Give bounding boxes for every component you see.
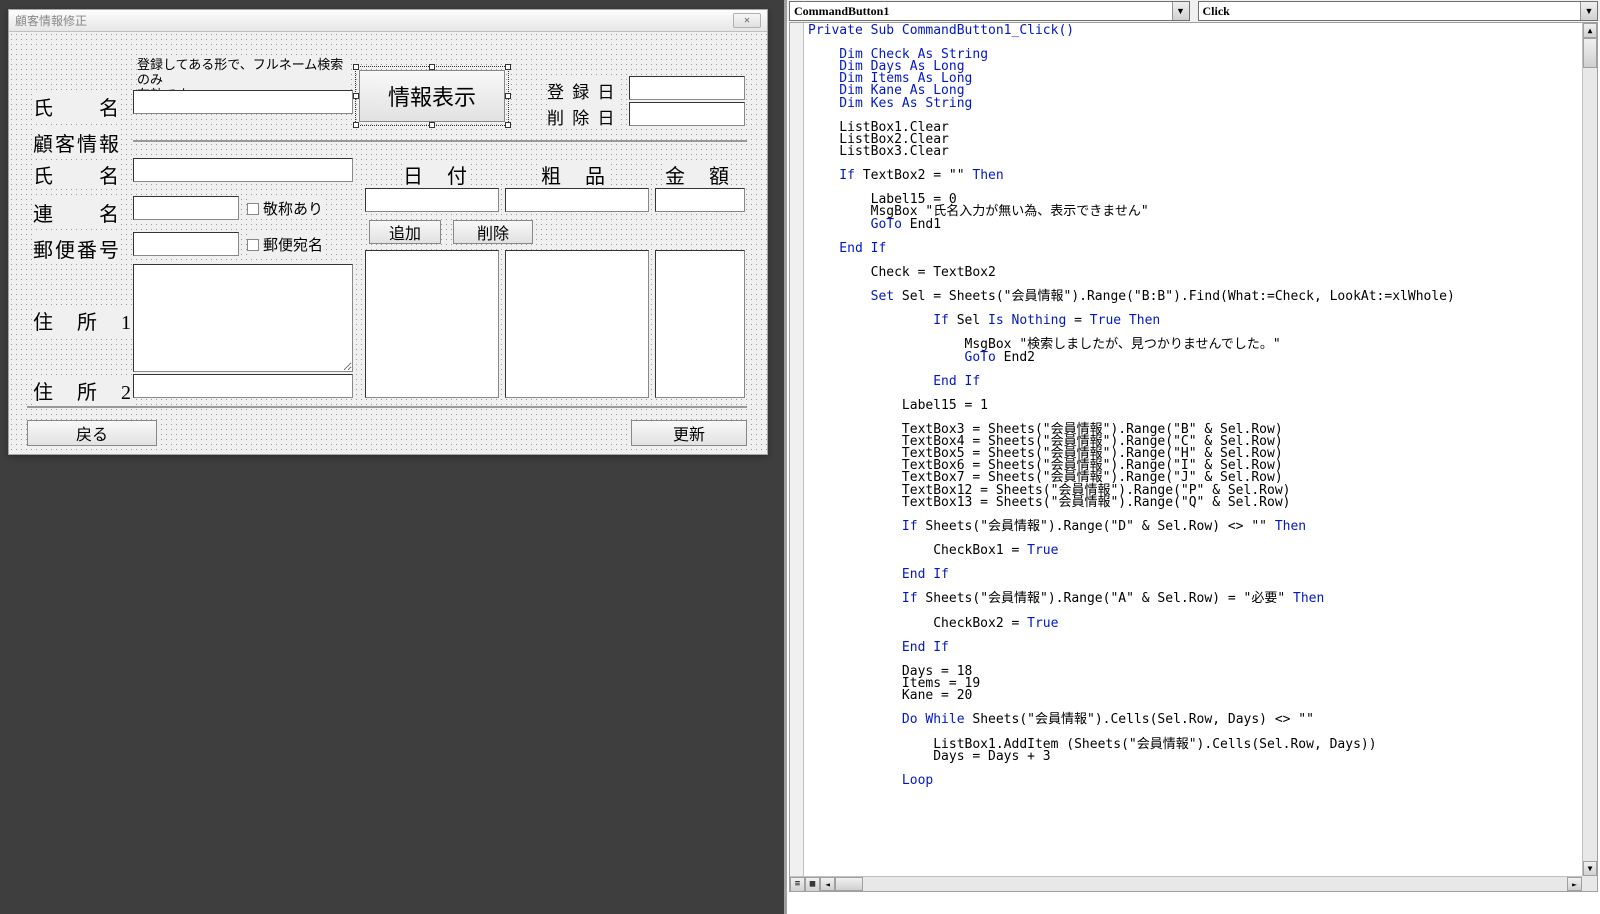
form-designer-pane: 顧客情報修正 ✕ 登録してある形で、フルネーム検索のみ有効です。 氏 名 情報表… xyxy=(0,0,782,914)
checkbox-postalname[interactable]: 郵便宛名 xyxy=(247,234,323,255)
checkbox-icon xyxy=(247,239,259,251)
form-body[interactable]: 登録してある形で、フルネーム検索のみ有効です。 氏 名 情報表示 登 録 日 削… xyxy=(9,32,767,454)
textbox-item[interactable] xyxy=(505,188,649,212)
label-joint: 連 名 xyxy=(33,198,121,227)
delete-button[interactable]: 削除 xyxy=(453,220,533,244)
label-item: 粗 品 xyxy=(541,160,607,189)
textbox-date[interactable] xyxy=(365,188,499,212)
back-button[interactable]: 戻る xyxy=(27,420,157,446)
show-info-button[interactable]: 情報表示 xyxy=(359,70,505,122)
label-postal: 郵便番号 xyxy=(33,234,121,263)
window-title: 顧客情報修正 xyxy=(15,12,87,29)
textbox-joint[interactable] xyxy=(133,196,239,220)
textbox-addr1[interactable] xyxy=(133,264,353,372)
textbox-deldate[interactable] xyxy=(629,102,745,126)
label-addr2: 住 所 2 xyxy=(33,376,133,405)
textbox-regdate[interactable] xyxy=(629,76,745,100)
title-bar[interactable]: 顧客情報修正 ✕ xyxy=(9,10,767,32)
userform-window: 顧客情報修正 ✕ 登録してある形で、フルネーム検索のみ有効です。 氏 名 情報表… xyxy=(8,9,768,455)
listbox-date[interactable] xyxy=(365,250,499,398)
group-frame-line xyxy=(133,140,747,142)
vertical-scrollbar[interactable]: ▲ ▼ xyxy=(1582,23,1597,876)
close-icon[interactable]: ✕ xyxy=(733,13,761,28)
textbox-amount[interactable] xyxy=(655,188,745,212)
textbox-addr2[interactable] xyxy=(133,374,353,398)
scroll-right-icon[interactable]: ► xyxy=(1567,877,1582,891)
view-proc-icon[interactable]: ≡ xyxy=(790,877,805,892)
label-name2: 氏 名 xyxy=(33,160,121,189)
scroll-track[interactable] xyxy=(863,877,1567,891)
textbox-postal[interactable] xyxy=(133,232,239,256)
code-pane: CommandButton1 ▼ Click ▼ Private Sub Com… xyxy=(784,0,1600,914)
add-button[interactable]: 追加 xyxy=(369,220,441,244)
divider-line xyxy=(27,406,747,408)
chevron-down-icon[interactable]: ▼ xyxy=(1580,2,1597,20)
chevron-down-icon[interactable]: ▼ xyxy=(1172,2,1189,20)
label-date: 日 付 xyxy=(403,160,469,189)
scroll-corner xyxy=(1582,876,1597,891)
scroll-thumb[interactable] xyxy=(1583,38,1597,68)
group-label: 顧客情報 xyxy=(33,128,121,157)
label-deldate: 削 除 日 xyxy=(547,104,617,129)
scroll-down-icon[interactable]: ▼ xyxy=(1583,861,1597,876)
textbox-name[interactable] xyxy=(133,158,353,182)
code-text[interactable]: Private Sub CommandButton1_Click() Dim C… xyxy=(804,23,1582,891)
label-name1: 氏 名 xyxy=(33,92,121,121)
procedure-combobox[interactable]: Click ▼ xyxy=(1198,1,1599,21)
horizontal-scrollbar[interactable]: ≡ ▦ ◄ ► xyxy=(790,876,1582,891)
listbox-item[interactable] xyxy=(505,250,649,398)
label-addr1: 住 所 1 xyxy=(33,306,133,335)
scroll-up-icon[interactable]: ▲ xyxy=(1583,23,1597,38)
code-gutter xyxy=(790,23,804,876)
scroll-thumb-h[interactable] xyxy=(835,877,863,891)
code-editor[interactable]: Private Sub CommandButton1_Click() Dim C… xyxy=(789,22,1598,892)
label-regdate: 登 録 日 xyxy=(547,78,617,103)
object-combobox[interactable]: CommandButton1 ▼ xyxy=(789,1,1190,21)
checkbox-honorific[interactable]: 敬称あり xyxy=(247,198,323,219)
combo-row: CommandButton1 ▼ Click ▼ xyxy=(787,0,1600,22)
view-full-icon[interactable]: ▦ xyxy=(805,877,820,892)
scroll-left-icon[interactable]: ◄ xyxy=(820,877,835,891)
update-button[interactable]: 更新 xyxy=(631,420,747,446)
listbox-amount[interactable] xyxy=(655,250,745,398)
textbox-name-search[interactable] xyxy=(133,90,353,114)
label-amount: 金 額 xyxy=(665,160,731,189)
checkbox-icon xyxy=(247,203,259,215)
